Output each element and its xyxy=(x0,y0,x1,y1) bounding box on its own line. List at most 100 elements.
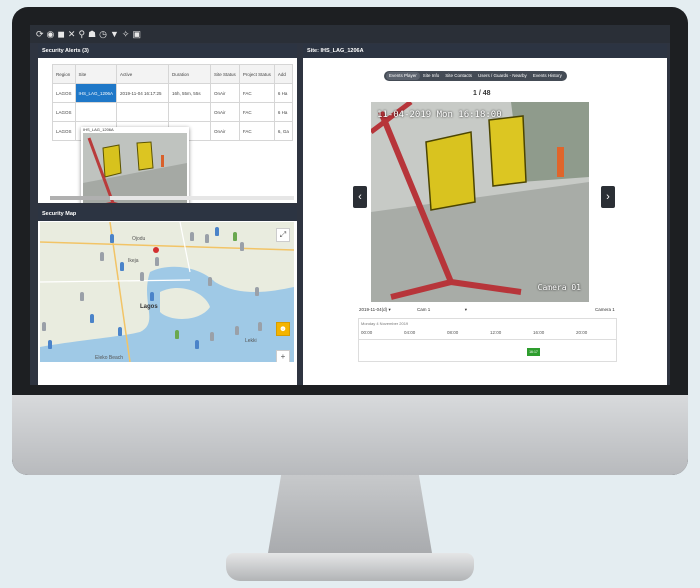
zoom-in-icon[interactable]: + xyxy=(276,350,290,362)
guard-pin[interactable] xyxy=(210,332,214,341)
guard-pin[interactable] xyxy=(208,277,212,286)
event-counter: 1 / 48 xyxy=(473,90,491,97)
guard-pin[interactable] xyxy=(90,314,94,323)
guard-pin[interactable] xyxy=(195,340,199,349)
column-header[interactable]: Project Status xyxy=(238,64,275,84)
user-icon[interactable]: ☗ xyxy=(88,29,96,39)
lock-icon[interactable]: ▣ xyxy=(132,29,141,39)
column-header[interactable]: Site Status xyxy=(210,64,240,84)
alert-icon[interactable]: ◉ xyxy=(47,29,55,39)
next-event-button[interactable]: › xyxy=(601,186,615,208)
column-header[interactable]: Active xyxy=(116,64,170,84)
horizontal-scrollbar[interactable] xyxy=(50,196,294,200)
table-row[interactable]: LAGOS IHS_LAG_1206A 2019-11-04 16:17:25 … xyxy=(52,83,293,103)
table-row[interactable]: LAGOS OnAir FAC 6 Ha xyxy=(52,102,293,122)
camera-select[interactable]: Cam 1 ▾ xyxy=(417,307,467,313)
monitor-chin xyxy=(12,395,688,475)
camera-label: Camera 01 xyxy=(537,283,581,292)
table-header-row: Region Site Active Duration Site Status … xyxy=(52,64,293,84)
table-cell xyxy=(116,102,170,122)
filter-icon[interactable]: ▼ xyxy=(110,29,119,39)
map-label: Lagos xyxy=(140,304,158,310)
alert-site-marker[interactable] xyxy=(153,247,159,253)
fullscreen-icon[interactable]: ⤢ xyxy=(276,228,290,242)
event-timeline[interactable]: Monday 4 November 2019 00:00 04:00 08:00… xyxy=(358,318,617,362)
guard-pin[interactable] xyxy=(255,287,259,296)
guard-pin[interactable] xyxy=(42,322,46,331)
security-map-panel: Security Map Ojodu Ikeja Lagos Lekki Ele… xyxy=(38,207,297,385)
camera-preview-popup[interactable]: IHS_LAG_1206A xyxy=(81,127,189,203)
column-header[interactable]: Duration xyxy=(168,64,212,84)
preview-image xyxy=(83,133,187,203)
tab-events-player[interactable]: Events Player xyxy=(386,72,420,80)
tab-users-guards-nearby[interactable]: Users / Guards - Nearby xyxy=(475,72,530,80)
table-cell: FAC xyxy=(238,83,275,103)
table-cell: 16h, 55m, 55s xyxy=(168,83,212,103)
timeline-tick: 20:00 xyxy=(576,330,588,335)
camera-image xyxy=(371,102,589,302)
column-header[interactable]: Region xyxy=(52,64,76,84)
date-select[interactable]: 2019-11-04(d) ▾ xyxy=(359,307,391,313)
map[interactable]: Ojodu Ikeja Lagos Lekki Eleko Beach ⤢ ☻ … xyxy=(40,222,294,362)
guard-pin[interactable] xyxy=(205,234,209,243)
column-header[interactable]: Site xyxy=(74,64,118,84)
timeline-event-marker[interactable]: 16:17 xyxy=(527,348,540,356)
guard-pin[interactable] xyxy=(48,340,52,349)
timeline-tick: 12:00 xyxy=(490,330,502,335)
previous-event-button[interactable]: ‹ xyxy=(353,186,367,208)
timeline-tick: 08:00 xyxy=(447,330,459,335)
table-cell: OnAir xyxy=(210,121,240,141)
table-cell: 6 Ha xyxy=(273,102,293,122)
tab-site-contacts[interactable]: Site Contacts xyxy=(442,72,475,80)
guard-pin[interactable] xyxy=(140,272,144,281)
table-cell: 6 Ha xyxy=(273,83,293,103)
guard-pin[interactable] xyxy=(175,330,179,339)
column-header[interactable]: Add xyxy=(273,64,293,84)
table-cell: LAGOS xyxy=(52,121,76,141)
timeline-tick: 04:00 xyxy=(404,330,416,335)
camera-icon[interactable]: ◼ xyxy=(57,29,64,39)
guard-pin[interactable] xyxy=(120,262,124,271)
refresh-icon[interactable]: ⟳ xyxy=(36,29,44,39)
table-cell: LAGOS xyxy=(52,102,76,122)
camera-frame[interactable]: 11-04-2019 Mon 16:18:00 Camera 01 xyxy=(371,102,589,302)
guard-pin[interactable] xyxy=(100,252,104,261)
search-icon[interactable]: ⚲ xyxy=(78,29,85,39)
guard-pin[interactable] xyxy=(80,292,84,301)
table-cell: FAC xyxy=(238,102,275,122)
date-select-value: 2019-11-04(d) xyxy=(359,307,388,312)
scrollbar-thumb[interactable] xyxy=(50,196,110,200)
timeline-tick: 16:00 xyxy=(533,330,545,335)
timeline-date: Monday 4 November 2019 xyxy=(361,321,409,326)
table-cell-site-link[interactable]: IHS_LAG_1206A xyxy=(74,83,118,103)
security-map-title: Security Map xyxy=(38,207,297,221)
table-cell[interactable] xyxy=(74,102,118,122)
guard-pin[interactable] xyxy=(258,322,262,331)
toolbar: ⟳ ◉ ◼ ✕ ⚲ ☗ ◷ ▼ ✧ ▣ xyxy=(30,25,670,43)
site-tabs: Events Player Site Info Site Contacts Us… xyxy=(384,71,567,81)
guard-pin[interactable] xyxy=(118,327,122,336)
signal-icon[interactable]: ✧ xyxy=(122,29,130,39)
table-cell xyxy=(168,102,212,122)
guard-pin[interactable] xyxy=(240,242,244,251)
map-label: Eleko Beach xyxy=(95,355,124,361)
table-cell: OnAir xyxy=(210,83,240,103)
guard-pin[interactable] xyxy=(190,232,194,241)
tab-site-info[interactable]: Site Info xyxy=(420,72,443,80)
site-title: Site: IHS_LAG_1206A xyxy=(303,44,667,58)
guard-pin[interactable] xyxy=(235,326,239,335)
clock-icon[interactable]: ◷ xyxy=(99,29,107,39)
street-view-icon[interactable]: ☻ xyxy=(276,322,290,336)
tab-events-history[interactable]: Events History xyxy=(530,72,565,80)
guard-pin[interactable] xyxy=(155,257,159,266)
guard-pin[interactable] xyxy=(110,234,114,243)
security-alerts-title: Security Alerts (3) xyxy=(38,44,297,58)
monitor-stand-base xyxy=(226,553,474,581)
monitor-stand-neck xyxy=(268,475,432,553)
map-label: Ojodu xyxy=(132,236,146,242)
guard-pin[interactable] xyxy=(150,292,154,301)
guard-pin[interactable] xyxy=(233,232,237,241)
guard-pin[interactable] xyxy=(215,227,219,236)
map-label: Ikeja xyxy=(128,258,139,264)
tools-icon[interactable]: ✕ xyxy=(68,29,76,39)
